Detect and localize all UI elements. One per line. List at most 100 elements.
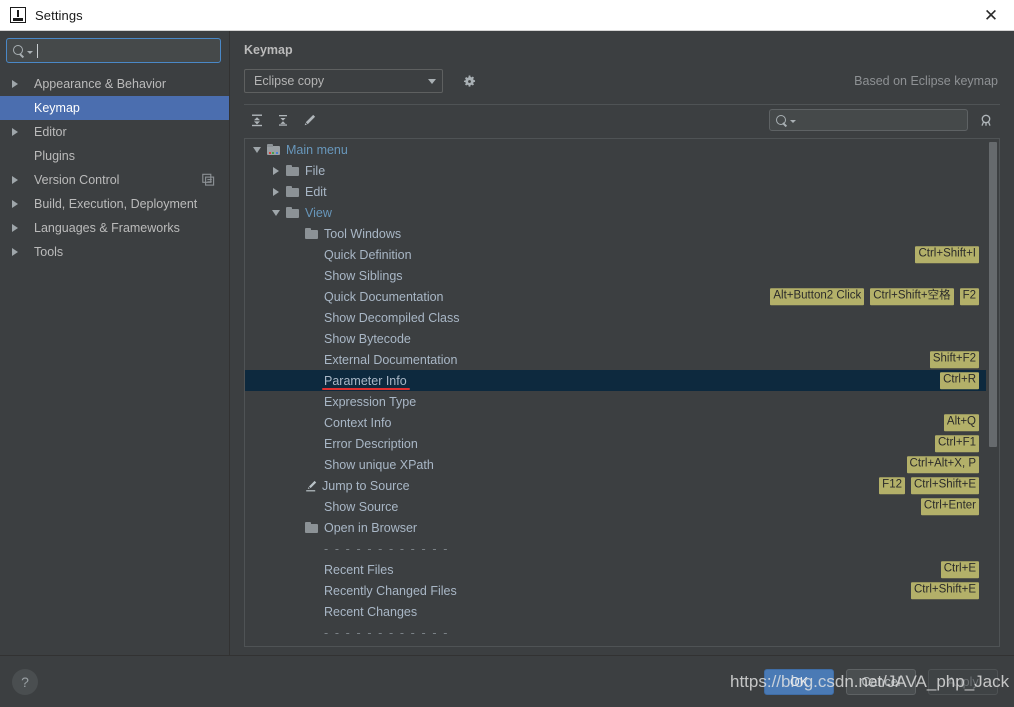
chevron-down-icon bbox=[27, 50, 33, 54]
tree-twisty-spacer bbox=[289, 501, 300, 512]
sidebar-item-keymap[interactable]: Keymap bbox=[0, 96, 229, 120]
pencil-icon bbox=[305, 480, 318, 492]
sidebar-item-label: Appearance & Behavior bbox=[34, 77, 167, 91]
tree-row[interactable]: Jump to Source F12 Ctrl+Shift+E bbox=[245, 475, 986, 496]
tree-row[interactable]: Recently Changed Files Ctrl+Shift+E bbox=[245, 580, 986, 601]
dialog-footer: ? OK Cancel Apply bbox=[0, 655, 1014, 707]
tree-row-label: Expression Type bbox=[324, 394, 417, 409]
chevron-down-icon[interactable] bbox=[270, 207, 281, 218]
keymap-select[interactable]: Eclipse copy bbox=[244, 69, 443, 93]
apply-button[interactable]: Apply bbox=[928, 668, 998, 695]
tree-row[interactable]: View bbox=[245, 202, 986, 223]
tree-row[interactable]: External Documentation Shift+F2 bbox=[245, 349, 986, 370]
sidebar-item-list: Appearance & Behavior Keymap Editor Plugins… bbox=[0, 72, 229, 264]
tree-row-label: Open in Browser bbox=[324, 520, 418, 535]
tree-row[interactable]: Show Decompiled Class bbox=[245, 307, 986, 328]
tree-row[interactable]: Show Bytecode bbox=[245, 328, 986, 349]
help-button[interactable]: ? bbox=[12, 668, 38, 695]
chevron-right-icon[interactable] bbox=[12, 224, 24, 232]
tree-row[interactable]: Show unique XPath Ctrl+Alt+X, P bbox=[245, 454, 986, 475]
tree-twisty-spacer bbox=[289, 270, 300, 281]
tree-row[interactable]: Recent Changes bbox=[245, 601, 986, 622]
sidebar-item-version-control[interactable]: Version Control bbox=[0, 168, 229, 192]
find-shortcut-icon[interactable] bbox=[972, 109, 1000, 131]
tree-row[interactable]: Main menu bbox=[245, 139, 986, 160]
tree-row-label: File bbox=[305, 163, 326, 178]
tree-row[interactable]: Recent Files Ctrl+E bbox=[245, 559, 986, 580]
chevron-right-icon[interactable] bbox=[12, 200, 24, 208]
tree-icon-spacer bbox=[305, 380, 324, 381]
keymap-filter-wrap bbox=[769, 109, 1000, 131]
close-icon[interactable]: ✕ bbox=[968, 0, 1014, 31]
chevron-right-icon[interactable] bbox=[12, 248, 24, 256]
keymap-tree[interactable]: Main menu File Edit View Tool Windows Quick D… bbox=[245, 139, 986, 646]
tree-row[interactable]: Error Description Ctrl+F1 bbox=[245, 433, 986, 454]
tree-icon-spacer bbox=[305, 401, 324, 402]
shortcut-badge: Alt+Button2 Click bbox=[770, 287, 865, 306]
tree-row-label: View bbox=[305, 205, 332, 220]
tree-icon-spacer bbox=[305, 275, 324, 276]
tree-icon-spacer bbox=[305, 548, 324, 549]
tree-twisty-spacer bbox=[289, 333, 300, 344]
chevron-right-icon[interactable] bbox=[270, 186, 281, 197]
tree-twisty-spacer bbox=[289, 438, 300, 449]
search-input[interactable] bbox=[6, 38, 221, 63]
shortcut-badges: Ctrl+Shift+E bbox=[911, 581, 979, 600]
tree-scrollbar-thumb[interactable] bbox=[989, 142, 997, 447]
tree-row[interactable]: File bbox=[245, 160, 986, 181]
ok-button[interactable]: OK bbox=[764, 668, 834, 695]
sidebar-item-plugins[interactable]: Plugins bbox=[0, 144, 229, 168]
tree-row[interactable]: Context Info Alt+Q bbox=[245, 412, 986, 433]
shortcut-badge: Ctrl+Shift+空格 bbox=[870, 287, 954, 306]
tree-row[interactable]: Open in Browser bbox=[245, 517, 986, 538]
sidebar-item-label: Tools bbox=[34, 245, 64, 259]
chevron-down-icon[interactable] bbox=[251, 144, 262, 155]
sidebar-item-tools[interactable]: Tools bbox=[0, 240, 229, 264]
tree-icon-spacer bbox=[305, 443, 324, 444]
tree-row-label: Quick Documentation bbox=[324, 289, 444, 304]
tree-twisty-spacer bbox=[289, 522, 300, 533]
collapse-all-icon[interactable] bbox=[270, 108, 296, 132]
tree-twisty-spacer bbox=[289, 459, 300, 470]
gear-icon[interactable] bbox=[462, 74, 477, 89]
tree-row-label: External Documentation bbox=[324, 352, 458, 367]
expand-all-icon[interactable] bbox=[244, 108, 270, 132]
keymap-tree-container: Main menu File Edit View Tool Windows Quick D… bbox=[244, 138, 1000, 647]
tree-row[interactable]: Tool Windows bbox=[245, 223, 986, 244]
keymap-select-value: Eclipse copy bbox=[254, 74, 325, 88]
cancel-button[interactable]: Cancel bbox=[846, 668, 916, 695]
tree-row[interactable]: Show Source Ctrl+Enter bbox=[245, 496, 986, 517]
chevron-right-icon[interactable] bbox=[12, 128, 24, 136]
chevron-right-icon[interactable] bbox=[270, 165, 281, 176]
sidebar-item-label: Version Control bbox=[34, 173, 120, 187]
chevron-right-icon[interactable] bbox=[12, 80, 24, 88]
chevron-right-icon[interactable] bbox=[12, 176, 24, 184]
keymap-filter-input[interactable] bbox=[769, 109, 968, 131]
tree-row[interactable]: Show Siblings bbox=[245, 265, 986, 286]
tree-row[interactable]: Quick Definition Ctrl+Shift+I bbox=[245, 244, 986, 265]
tree-row[interactable]: Expression Type bbox=[245, 391, 986, 412]
shortcut-badges: Ctrl+Enter bbox=[920, 497, 979, 516]
tree-twisty-spacer bbox=[289, 354, 300, 365]
sidebar-item-label: Editor bbox=[34, 125, 67, 139]
sidebar-search-wrap bbox=[0, 38, 229, 72]
tree-twisty-spacer bbox=[289, 291, 300, 302]
folder-icon bbox=[305, 228, 319, 239]
sidebar-item-label: Plugins bbox=[34, 149, 75, 163]
tree-twisty-spacer bbox=[289, 375, 300, 386]
tree-row[interactable]: Parameter Info Ctrl+R bbox=[245, 370, 986, 391]
edit-shortcut-icon[interactable] bbox=[296, 108, 322, 132]
sidebar-item-languages-frameworks[interactable]: Languages & Frameworks bbox=[0, 216, 229, 240]
sidebar-item-build-execution-deployment[interactable]: Build, Execution, Deployment bbox=[0, 192, 229, 216]
sidebar-item-editor[interactable]: Editor bbox=[0, 120, 229, 144]
sidebar-item-appearance-behavior[interactable]: Appearance & Behavior bbox=[0, 72, 229, 96]
tree-icon-spacer bbox=[305, 464, 324, 465]
tree-row[interactable]: Edit bbox=[245, 181, 986, 202]
tree-scrollbar[interactable] bbox=[986, 139, 999, 646]
tree-row[interactable]: Quick Documentation Alt+Button2 Click Ctrl… bbox=[245, 286, 986, 307]
tree-twisty-spacer bbox=[289, 564, 300, 575]
